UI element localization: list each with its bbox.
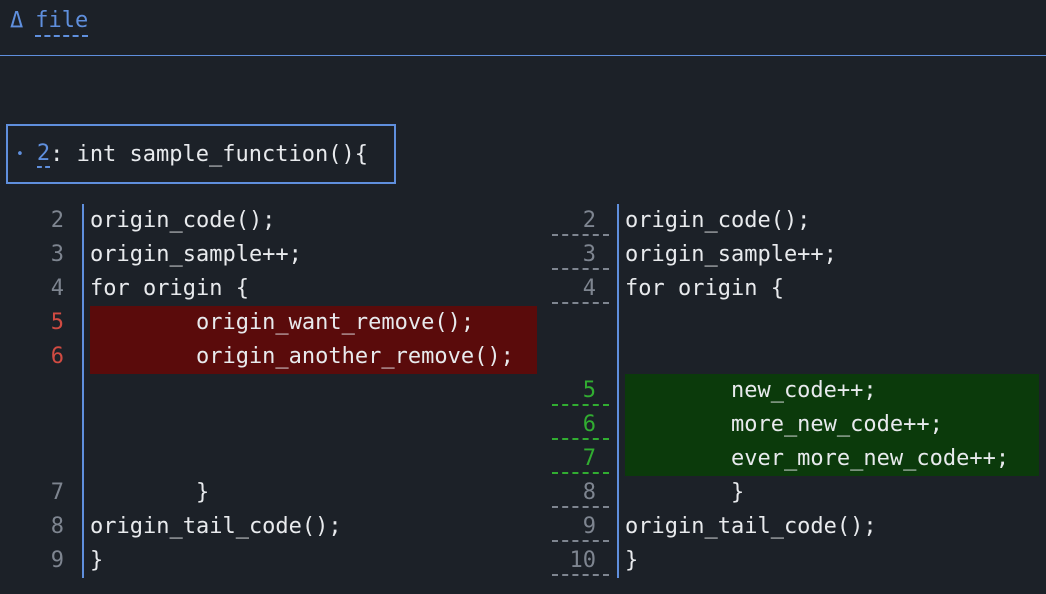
right-line-number-link[interactable]: 5 <box>552 376 609 406</box>
left-line-number: 5 <box>51 310 64 335</box>
left-line-number: 8 <box>51 514 64 539</box>
left-line-number: 9 <box>51 548 64 573</box>
right-code-cell: ever_more_new_code++; <box>617 442 1046 476</box>
left-code-cell: origin_tail_code(); <box>82 510 545 544</box>
right-code-text: origin_code(); <box>625 204 810 238</box>
left-gutter: 9 <box>0 544 82 578</box>
left-code-cell <box>82 442 545 476</box>
left-line-number: 2 <box>51 208 64 233</box>
left-code-cell: } <box>82 476 545 510</box>
right-code-text: new_code++; <box>625 374 1039 408</box>
left-code-text: origin_sample++; <box>90 238 302 272</box>
hunk-line-number-link[interactable]: 2 <box>37 141 50 168</box>
left-code-text: origin_another_remove(); <box>90 340 537 374</box>
left-code-text: origin_want_remove(); <box>90 306 537 340</box>
right-gutter: 10 <box>545 544 617 578</box>
right-gutter: 8 <box>545 476 617 510</box>
right-gutter <box>545 340 617 374</box>
left-line-number: 3 <box>51 242 64 267</box>
right-gutter: 7 <box>545 442 617 476</box>
left-gutter: 5 <box>0 306 82 340</box>
diff-row: 7 ever_more_new_code++; <box>0 442 1046 476</box>
right-code-cell: } <box>617 544 1046 578</box>
left-code-text: for origin { <box>90 272 249 306</box>
right-code-text: for origin { <box>625 272 784 306</box>
left-gutter <box>0 374 82 408</box>
right-gutter: 3 <box>545 238 617 272</box>
left-code-cell: origin_another_remove(); <box>82 340 545 374</box>
hunk-header: • 2: int sample_function(){ <box>6 124 396 184</box>
diff-row: 6 origin_another_remove(); <box>0 340 1046 374</box>
right-code-cell: new_code++; <box>617 374 1046 408</box>
right-line-number-link[interactable]: 6 <box>552 410 609 440</box>
diff-row: 2 origin_code(); 2 origin_code(); <box>0 204 1046 238</box>
bullet-icon: • <box>16 147 24 162</box>
right-gutter: 6 <box>545 408 617 442</box>
right-line-number-link[interactable]: 7 <box>552 444 609 474</box>
right-line-number-link[interactable]: 4 <box>552 274 609 304</box>
right-code-text: more_new_code++; <box>625 408 1039 442</box>
file-link[interactable]: file <box>35 8 88 37</box>
right-code-cell <box>617 340 1046 374</box>
left-code-cell <box>82 374 545 408</box>
right-code-cell: origin_sample++; <box>617 238 1046 272</box>
left-gutter <box>0 442 82 476</box>
delta-icon: Δ <box>10 8 23 33</box>
right-line-number-link[interactable]: 9 <box>552 512 609 542</box>
right-code-text: origin_sample++; <box>625 238 837 272</box>
left-gutter: 2 <box>0 204 82 238</box>
right-code-text: } <box>625 476 744 510</box>
left-gutter: 3 <box>0 238 82 272</box>
file-header: Δfile <box>0 0 1046 56</box>
right-gutter <box>545 306 617 340</box>
right-code-text: ever_more_new_code++; <box>625 442 1039 476</box>
left-gutter <box>0 408 82 442</box>
left-code-cell: } <box>82 544 545 578</box>
right-code-cell: more_new_code++; <box>617 408 1046 442</box>
diff-rows: 2 origin_code(); 2 origin_code(); 3 origin_sa… <box>0 204 1046 578</box>
left-code-text: } <box>90 476 209 510</box>
diff-row: 9} 10} <box>0 544 1046 578</box>
left-gutter: 6 <box>0 340 82 374</box>
diff-row: 7 } 8 } <box>0 476 1046 510</box>
right-gutter: 2 <box>545 204 617 238</box>
left-code-text: origin_tail_code(); <box>90 510 342 544</box>
right-gutter: 4 <box>545 272 617 306</box>
left-gutter: 4 <box>0 272 82 306</box>
hunk-function-signature: : int sample_function(){ <box>50 142 368 167</box>
left-code-cell: origin_want_remove(); <box>82 306 545 340</box>
right-code-cell: origin_tail_code(); <box>617 510 1046 544</box>
right-line-number-link[interactable]: 10 <box>552 546 609 576</box>
left-line-number: 7 <box>51 480 64 505</box>
right-gutter: 5 <box>545 374 617 408</box>
left-gutter: 8 <box>0 510 82 544</box>
left-code-cell: for origin { <box>82 272 545 306</box>
diff-row: 4 for origin { 4 for origin { <box>0 272 1046 306</box>
diff-row: 6 more_new_code++; <box>0 408 1046 442</box>
left-gutter: 7 <box>0 476 82 510</box>
diff-row: 3 origin_sample++; 3 origin_sample++; <box>0 238 1046 272</box>
right-code-text: origin_tail_code(); <box>625 510 877 544</box>
diff-row: 5 new_code++; <box>0 374 1046 408</box>
delta-diff-view: Δfile •2: int sample_function(){ 2origin… <box>0 0 1046 594</box>
left-code-cell <box>82 408 545 442</box>
right-line-number-link[interactable]: 3 <box>552 240 609 270</box>
left-line-number: 4 <box>51 276 64 301</box>
right-code-text: } <box>625 544 638 578</box>
left-code-text: } <box>90 544 103 578</box>
left-code-text: origin_code(); <box>90 204 275 238</box>
left-line-number: 6 <box>51 344 64 369</box>
right-code-cell: origin_code(); <box>617 204 1046 238</box>
left-code-cell: origin_sample++; <box>82 238 545 272</box>
right-code-cell: for origin { <box>617 272 1046 306</box>
right-gutter: 9 <box>545 510 617 544</box>
right-code-cell: } <box>617 476 1046 510</box>
right-code-cell <box>617 306 1046 340</box>
left-code-cell: origin_code(); <box>82 204 545 238</box>
right-line-number-link[interactable]: 2 <box>552 206 609 236</box>
diff-row: 8 origin_tail_code(); 9 origin_tail_code(); <box>0 510 1046 544</box>
diff-row: 5 origin_want_remove(); <box>0 306 1046 340</box>
right-line-number-link[interactable]: 8 <box>552 478 609 508</box>
